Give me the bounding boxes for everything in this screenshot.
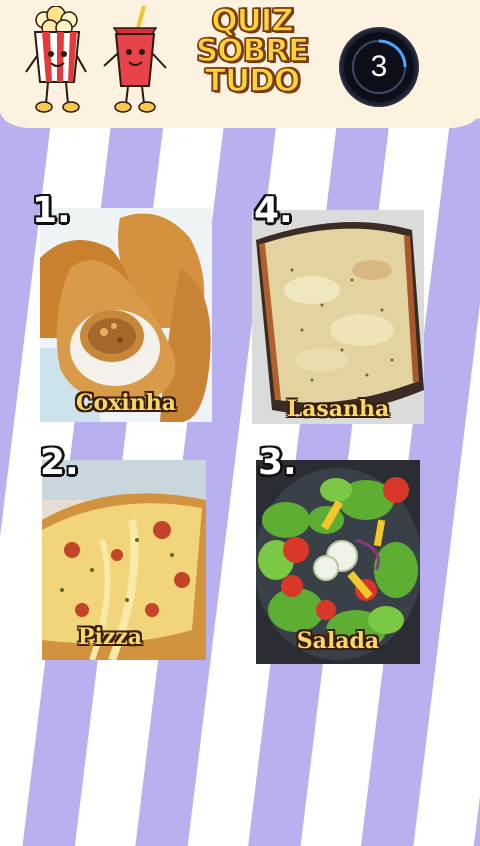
option-label-lasanha: Lasanha <box>286 396 390 422</box>
option-number-2: 2. <box>40 442 79 483</box>
title-line-1: QUIZ <box>210 3 294 39</box>
soda-cup-mascot-icon <box>103 6 167 113</box>
option-number-1: 1. <box>32 190 71 231</box>
option-number-3: 3. <box>258 442 297 483</box>
option-card-coxinha[interactable]: Coxinha <box>40 208 212 422</box>
popcorn-mascot-icon <box>25 6 87 113</box>
title-line-3: TUDO <box>204 63 301 99</box>
option-number-4: 4. <box>254 190 293 231</box>
option-card-salada[interactable]: Salada <box>256 460 420 664</box>
option-label-pizza: Pizza <box>77 624 143 650</box>
quiz-title: QUIZ SOBRE TUDO <box>188 3 316 99</box>
option-label-salada: Salada <box>296 628 380 654</box>
lasagna-photo <box>252 210 424 424</box>
option-card-pizza[interactable]: Pizza <box>42 460 206 660</box>
option-card-lasanha[interactable]: Lasanha <box>252 210 424 424</box>
option-label-coxinha: Coxinha <box>76 390 176 416</box>
timer-progress-ring-icon <box>352 39 407 94</box>
title-line-2: SOBRE <box>195 33 310 69</box>
